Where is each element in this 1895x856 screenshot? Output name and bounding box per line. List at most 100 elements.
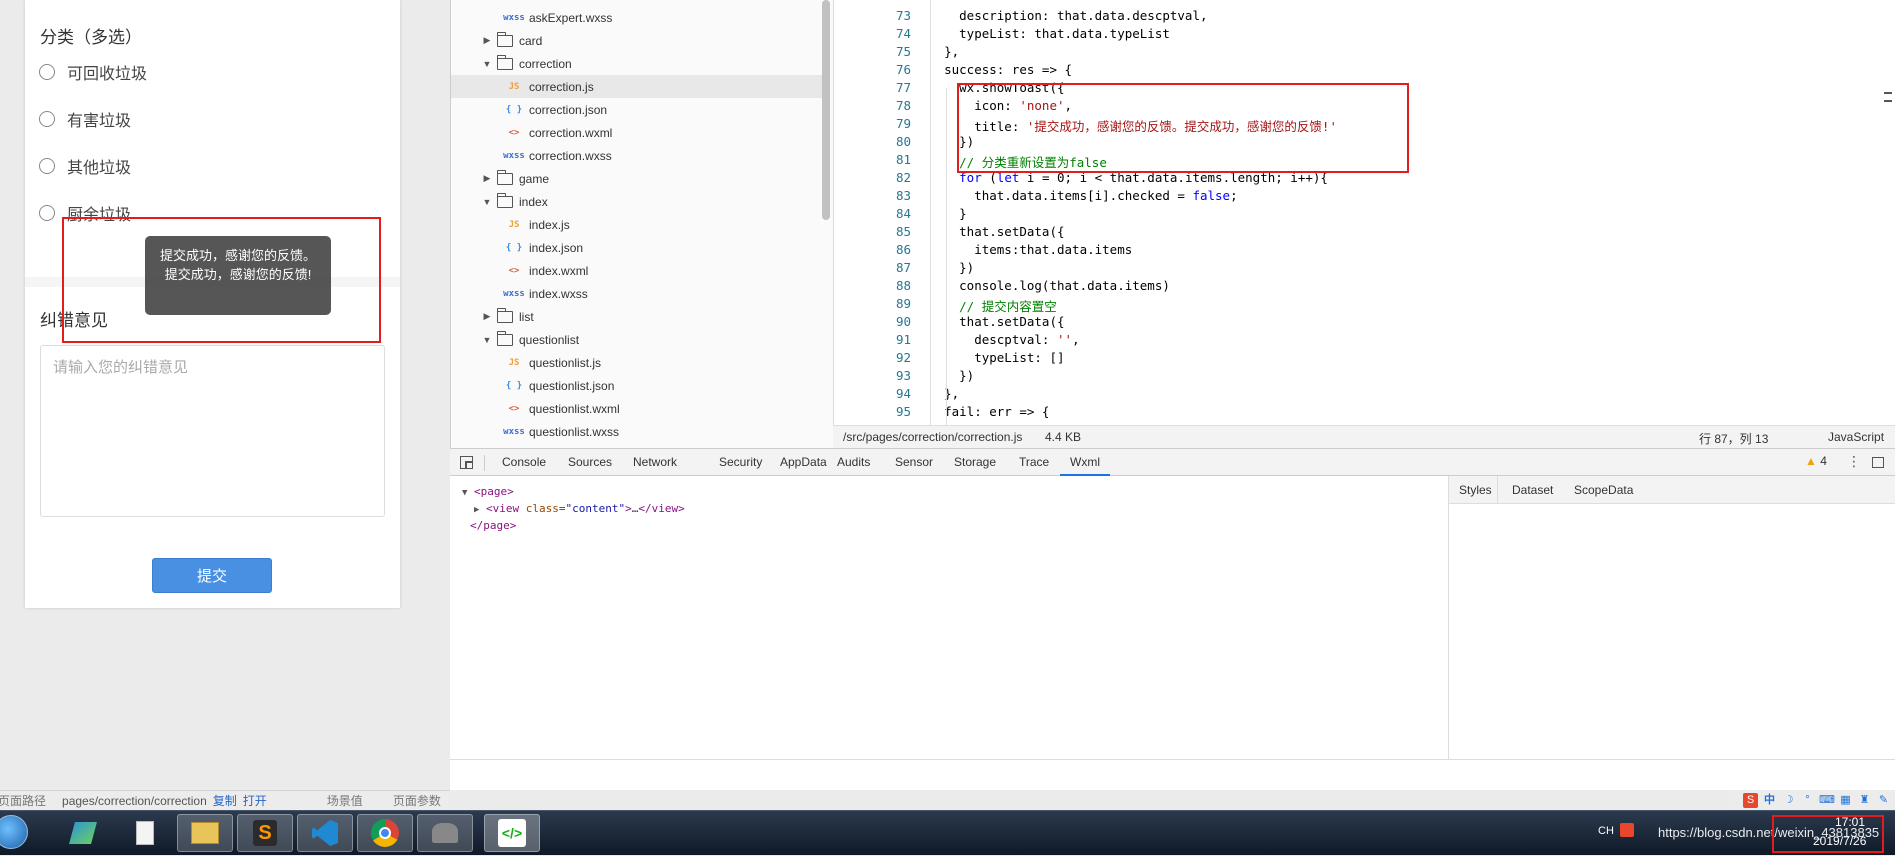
tree-item[interactable]: <> index.wxml — [451, 259, 826, 282]
sogou-tray-icon[interactable] — [1620, 823, 1634, 837]
chevron-down-icon[interactable]: ▼ — [481, 197, 493, 207]
taskbar-app-dev[interactable] — [55, 814, 111, 852]
code-line[interactable]: that.setData({ — [914, 224, 1064, 239]
taskbar-app-vscode[interactable] — [297, 814, 353, 852]
copy-link[interactable]: 复制 — [213, 792, 237, 809]
language-indicator[interactable]: CH — [1598, 825, 1614, 837]
code-line[interactable]: typeList: [] — [914, 350, 1064, 365]
code-line[interactable]: description: that.data.descptval, — [914, 8, 1207, 23]
chevron-right-icon[interactable]: ▶ — [481, 35, 493, 46]
shirt-icon[interactable]: ♜ — [1857, 793, 1872, 808]
warning-indicator[interactable]: ▲ 4 — [1805, 454, 1841, 472]
code-line[interactable]: } — [914, 206, 967, 221]
tree-item[interactable]: <> correction.wxml — [451, 121, 826, 144]
tree-item[interactable]: JS correction.js — [451, 75, 826, 98]
scene-label[interactable]: 场景值 — [327, 792, 363, 809]
code-line[interactable]: // 提交内容置空 — [914, 296, 1057, 315]
code-line[interactable]: }, — [914, 44, 959, 59]
code-line[interactable]: }, — [914, 386, 959, 401]
code-line[interactable]: success: res => { — [914, 62, 1072, 77]
chinese-mode-icon[interactable]: 中 — [1762, 793, 1777, 808]
code-line[interactable]: descptval: '', — [914, 332, 1079, 347]
taskbar-app-wechat-devtools[interactable]: </> — [484, 814, 540, 852]
tree-item[interactable]: ▶ list — [451, 305, 826, 328]
checkbox-icon[interactable] — [39, 158, 55, 174]
tree-item[interactable]: ▶ card — [451, 29, 826, 52]
taskbar-app-explorer[interactable] — [177, 814, 233, 852]
chevron-down-icon[interactable]: ▼ — [481, 59, 493, 69]
option-recyclable[interactable]: 可回收垃圾 — [39, 61, 147, 83]
console-input-bar[interactable] — [450, 759, 1895, 781]
wxml-view-node[interactable]: ▶ <view class="content">…</view> — [460, 501, 1438, 518]
tree-scrollbar[interactable] — [822, 0, 830, 220]
tab-scopedata[interactable]: ScopeData — [1574, 483, 1633, 497]
sogou-icon[interactable]: S — [1743, 792, 1758, 808]
code-line[interactable]: that.data.items[i].checked = false; — [914, 188, 1237, 203]
chevron-right-icon[interactable]: ▶ — [481, 173, 493, 184]
checkbox-icon[interactable] — [39, 111, 55, 127]
tree-item[interactable]: wxss index.wxss — [451, 282, 826, 305]
expand-icon[interactable]: ▶ — [474, 505, 479, 515]
tab-console[interactable]: Console — [502, 449, 546, 476]
inspect-icon[interactable] — [460, 456, 473, 469]
keyboard-icon[interactable]: ⌨ — [1819, 793, 1835, 808]
taskbar-app-file[interactable] — [117, 814, 173, 852]
tree-item[interactable]: wxss questionlist.wxss — [451, 420, 826, 443]
wxml-page-open[interactable]: ▼ <page> — [462, 484, 1440, 501]
tree-item[interactable]: { } index.json — [451, 236, 826, 259]
code-line[interactable]: typeList: that.data.typeList — [914, 26, 1170, 41]
tree-item[interactable]: ▼ questionlist — [451, 328, 826, 351]
code-line[interactable]: console.log(that.data.items) — [914, 278, 1170, 293]
params-label[interactable]: 页面参数 — [393, 792, 441, 809]
punct-icon[interactable]: ° — [1800, 793, 1815, 808]
tab-sensor[interactable]: Sensor — [895, 449, 933, 476]
code-line[interactable]: }) — [914, 260, 974, 275]
tab-security[interactable]: Security — [719, 449, 762, 476]
feedback-textarea[interactable]: 请输入您的纠错意见 — [40, 345, 385, 517]
code-line[interactable]: }) — [914, 368, 974, 383]
taskbar-app-sublime[interactable]: S — [237, 814, 293, 852]
chevron-right-icon[interactable]: ▶ — [481, 311, 493, 322]
tab-dataset[interactable]: Dataset — [1512, 483, 1553, 497]
option-hazardous[interactable]: 有害垃圾 — [39, 108, 131, 130]
code-line[interactable]: that.setData({ — [914, 314, 1064, 329]
code-editor[interactable]: 73 74 75 76 77 78 79 80 81 82 83 84 85 86 87 88 89 90 91 92… — [833, 0, 1895, 425]
moon-icon[interactable]: ☽ — [1781, 793, 1796, 808]
collapse-icon[interactable]: ▼ — [462, 488, 467, 498]
more-menu-icon[interactable]: ⋮ — [1847, 453, 1861, 470]
tab-network[interactable]: Network — [633, 449, 677, 476]
cursor-position[interactable]: 行 87，列 13 — [1699, 430, 1768, 447]
tab-styles[interactable]: Styles — [1459, 483, 1492, 497]
open-link[interactable]: 打开 — [243, 792, 267, 809]
start-button[interactable] — [0, 815, 28, 849]
wrench-icon[interactable]: ✎ — [1876, 793, 1891, 808]
tree-item[interactable]: JS index.js — [451, 213, 826, 236]
taskbar-app-chrome[interactable] — [357, 814, 413, 852]
tree-item[interactable]: ▶ game — [451, 167, 826, 190]
language-mode[interactable]: JavaScript — [1828, 430, 1884, 444]
submit-button[interactable]: 提交 — [152, 558, 272, 593]
tab-sources[interactable]: Sources — [568, 449, 612, 476]
wxml-panel[interactable]: ▼ <page> ▶ <view class="content">…</view… — [450, 476, 1448, 759]
tab-wxml[interactable]: Wxml — [1060, 449, 1110, 476]
tree-item[interactable]: wxss correction.wxss — [451, 144, 826, 167]
tree-item[interactable]: JS questionlist.js — [451, 351, 826, 374]
code-line[interactable]: fail: err => { — [914, 404, 1049, 419]
tab-trace[interactable]: Trace — [1019, 449, 1049, 476]
tree-item[interactable]: { } questionlist.json — [451, 374, 826, 397]
tab-storage[interactable]: Storage — [954, 449, 996, 476]
dock-icon[interactable] — [1872, 457, 1884, 468]
tab-audits[interactable]: Audits — [837, 449, 870, 476]
option-other[interactable]: 其他垃圾 — [39, 155, 131, 177]
tree-item[interactable]: <> questionlist.wxml — [451, 397, 826, 420]
code-area[interactable]: description: that.data.descptval, typeLi… — [834, 0, 1895, 425]
tab-appdata[interactable]: AppData — [780, 449, 827, 476]
checkbox-icon[interactable] — [39, 205, 55, 221]
tree-item[interactable]: ▼ index — [451, 190, 826, 213]
chevron-down-icon[interactable]: ▼ — [481, 335, 493, 345]
taskbar-app-tool[interactable] — [417, 814, 473, 852]
grid-icon[interactable]: ▦ — [1838, 793, 1853, 808]
tree-item[interactable]: ▼ correction — [451, 52, 826, 75]
checkbox-icon[interactable] — [39, 64, 55, 80]
tree-item[interactable]: { } correction.json — [451, 98, 826, 121]
